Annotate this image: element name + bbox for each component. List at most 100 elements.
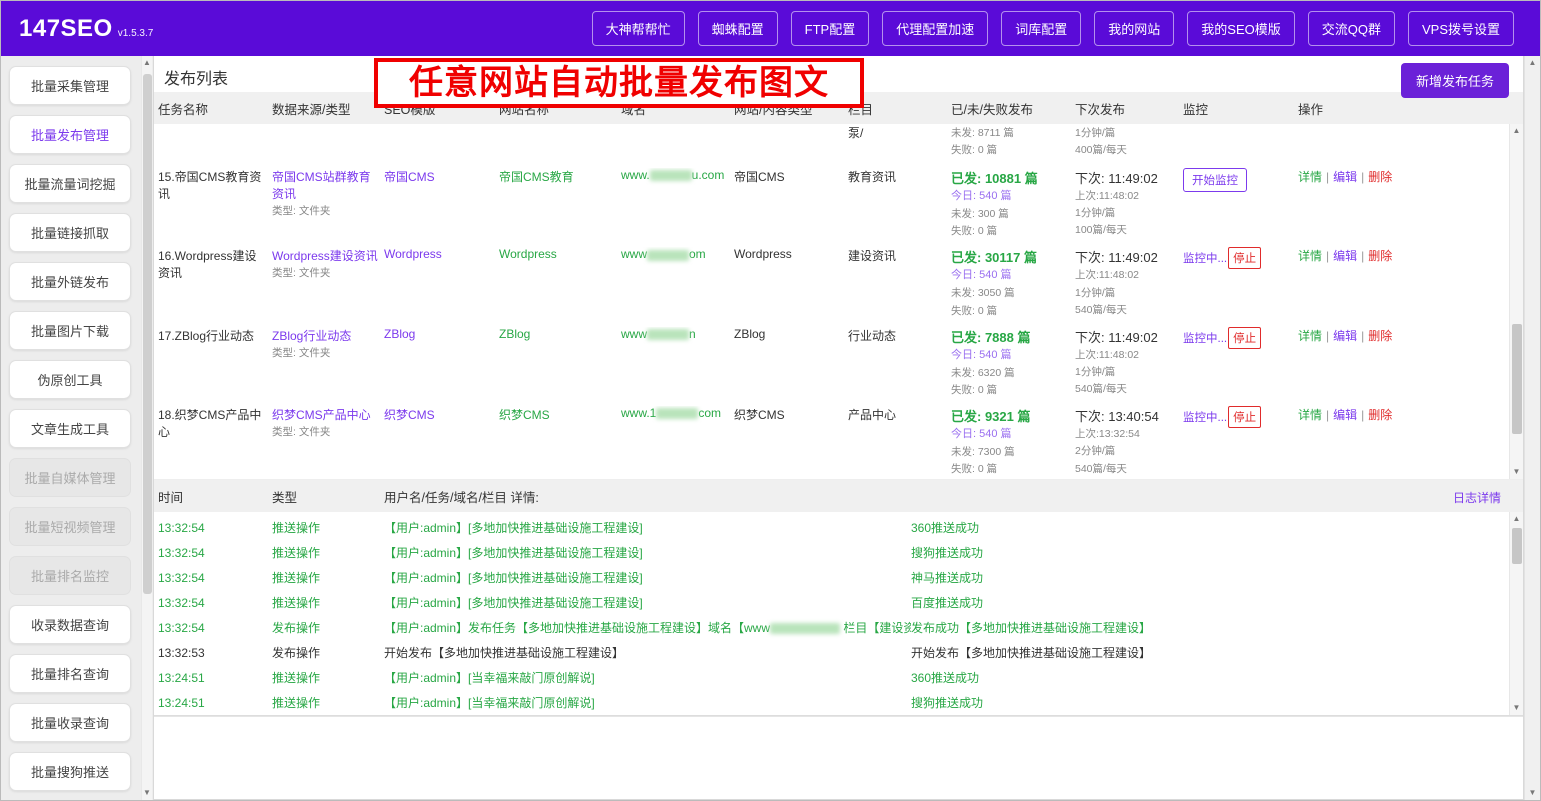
unpublished-count: 未发: 300 篇	[951, 207, 1069, 222]
table-scroll-thumb[interactable]	[1512, 324, 1522, 434]
edit-link[interactable]: 编辑	[1333, 249, 1357, 263]
sidebar-item[interactable]: 批量发布管理	[9, 115, 131, 154]
sidebar-item[interactable]: 批量搜狗推送	[9, 752, 131, 791]
stop-monitor-button[interactable]: 停止	[1228, 247, 1261, 269]
log-type: 推送操作	[272, 516, 384, 541]
navbar-item-2[interactable]: 蜘蛛配置	[698, 11, 778, 46]
domain-prefix: www.	[621, 168, 650, 182]
stop-monitor-button[interactable]: 停止	[1228, 327, 1261, 349]
scroll-up-icon[interactable]: ▲	[142, 56, 152, 70]
content-type-cell: ZBlog	[734, 327, 848, 398]
start-monitor-button[interactable]: 开始监控	[1183, 168, 1247, 192]
log-result: 360推送成功	[911, 666, 1509, 691]
data-source-cell: Wordpress建设资讯类型: 文件夹	[272, 247, 384, 318]
navbar-item-3[interactable]: FTP配置	[791, 11, 870, 46]
scroll-down-icon[interactable]: ▼	[1510, 465, 1523, 479]
actions-cell: 详情|编辑|删除	[1298, 406, 1509, 477]
source-type: 类型: 文件夹	[272, 346, 378, 361]
navbar-item-8[interactable]: 交流QQ群	[1308, 11, 1395, 46]
scroll-down-icon[interactable]: ▼	[1525, 786, 1540, 800]
delete-link[interactable]: 删除	[1368, 249, 1392, 263]
log-row: 13:32:54推送操作【用户:admin】[多地加快推进基础设施工程建设]36…	[154, 516, 1509, 541]
scroll-up-icon[interactable]: ▲	[1525, 56, 1540, 70]
failed-count: 失败: 0 篇	[951, 224, 1069, 239]
navbar-item-6[interactable]: 我的网站	[1094, 11, 1174, 46]
next-time: 下次: 11:49:02	[1075, 327, 1177, 346]
sidebar-item[interactable]: 批量收录查询	[9, 703, 131, 742]
seo-template-cell[interactable]: 帝国CMS	[384, 168, 499, 239]
edit-link[interactable]: 编辑	[1333, 329, 1357, 343]
edit-link[interactable]: 编辑	[1333, 408, 1357, 422]
task-name-cell: 18.织梦CMS产品中心	[158, 406, 272, 477]
navbar-item-5[interactable]: 词库配置	[1001, 11, 1081, 46]
log-detail: 【用户:admin】[当幸福来敲门原创解说]	[384, 666, 911, 691]
log-row: 13:32:54推送操作【用户:admin】[多地加快推进基础设施工程建设]神马…	[154, 566, 1509, 591]
navbar-item-1[interactable]: 大神帮帮忙	[592, 11, 685, 46]
log-result: 360推送成功	[911, 516, 1509, 541]
delete-link[interactable]: 删除	[1368, 329, 1392, 343]
delete-link[interactable]: 删除	[1368, 170, 1392, 184]
sidebar-item[interactable]: 批量排名查询	[9, 654, 131, 693]
navbar-item-9[interactable]: VPS拨号设置	[1408, 11, 1514, 46]
log-time: 13:32:54	[158, 591, 272, 616]
log-type: 推送操作	[272, 541, 384, 566]
sidebar-item[interactable]: 收录数据查询	[9, 605, 131, 644]
sidebar-item[interactable]: 批量采集管理	[9, 66, 131, 105]
log-detail-link[interactable]: 日志详情	[1453, 489, 1501, 506]
sidebar-item[interactable]: 伪原创工具	[9, 360, 131, 399]
source-path[interactable]: ZBlog行业动态	[272, 327, 378, 344]
log-time: 13:32:53	[158, 641, 272, 666]
domain-cell: wwwn	[621, 327, 734, 398]
detail-link[interactable]: 详情	[1298, 249, 1322, 263]
publish-rate: 1分钟/篇	[1075, 206, 1177, 221]
page-scrollbar[interactable]: ▲ ▼	[1524, 56, 1540, 800]
table-header-cell: 数据来源/类型	[272, 99, 384, 118]
source-path[interactable]: 织梦CMS产品中心	[272, 406, 378, 423]
app-logo: 147SEO v1.5.3.7	[19, 15, 153, 43]
seo-template-cell[interactable]: 织梦CMS	[384, 406, 499, 477]
domain-cell	[621, 124, 734, 160]
sidebar-item[interactable]: 批量外链发布	[9, 262, 131, 301]
sidebar-item[interactable]: 文章生成工具	[9, 409, 131, 448]
scroll-up-icon[interactable]: ▲	[1510, 512, 1523, 526]
sidebar-item: 批量短视频管理	[9, 507, 131, 546]
log-type: 推送操作	[272, 591, 384, 616]
daily-limit: 400篇/每天	[1075, 143, 1177, 158]
scroll-down-icon[interactable]: ▼	[1510, 701, 1523, 715]
sidebar-item[interactable]: 批量流量词挖掘	[9, 164, 131, 203]
sidebar-scroll-thumb[interactable]	[143, 74, 152, 594]
log-result: 搜狗推送成功	[911, 541, 1509, 566]
new-task-button[interactable]: 新增发布任务	[1401, 63, 1509, 98]
log-time: 13:32:54	[158, 516, 272, 541]
log-header: 时间 类型 用户名/任务/域名/栏目 详情: 日志详情	[154, 480, 1523, 512]
task-name-cell: 17.ZBlog行业动态	[158, 327, 272, 398]
sidebar-scrollbar[interactable]: ▲ ▼	[141, 56, 152, 800]
last-time: 上次:13:32:54	[1075, 427, 1177, 442]
sidebar-item[interactable]: 批量链接抓取	[9, 213, 131, 252]
stop-monitor-button[interactable]: 停止	[1228, 406, 1261, 428]
detail-link[interactable]: 详情	[1298, 170, 1322, 184]
log-header-time: 时间	[158, 487, 272, 506]
publish-stats-cell: 已发: 7888 篇今日: 540 篇未发: 6320 篇失败: 0 篇	[951, 327, 1075, 398]
detail-link[interactable]: 详情	[1298, 408, 1322, 422]
detail-link[interactable]: 详情	[1298, 329, 1322, 343]
table-scrollbar[interactable]: ▲ ▼	[1509, 124, 1523, 479]
source-path[interactable]: Wordpress建设资讯	[272, 247, 378, 264]
source-path[interactable]: 帝国CMS站群教育资讯	[272, 168, 378, 202]
domain-cell: www.u.com	[621, 168, 734, 239]
scroll-down-icon[interactable]: ▼	[142, 786, 152, 800]
navbar-item-7[interactable]: 我的SEO模版	[1187, 11, 1294, 46]
navbar-item-4[interactable]: 代理配置加速	[882, 11, 988, 46]
column-cell: 教育资讯	[848, 168, 951, 239]
scroll-up-icon[interactable]: ▲	[1510, 124, 1523, 138]
seo-template-cell[interactable]: Wordpress	[384, 247, 499, 318]
log-scroll-thumb[interactable]	[1512, 528, 1522, 564]
log-time: 13:32:54	[158, 616, 272, 641]
domain-prefix: www	[621, 327, 647, 341]
delete-link[interactable]: 删除	[1368, 408, 1392, 422]
seo-template-cell[interactable]: ZBlog	[384, 327, 499, 398]
edit-link[interactable]: 编辑	[1333, 170, 1357, 184]
log-scrollbar[interactable]: ▲ ▼	[1509, 512, 1523, 715]
sidebar-item[interactable]: 批量图片下载	[9, 311, 131, 350]
monitor-cell: 开始监控	[1183, 168, 1298, 239]
